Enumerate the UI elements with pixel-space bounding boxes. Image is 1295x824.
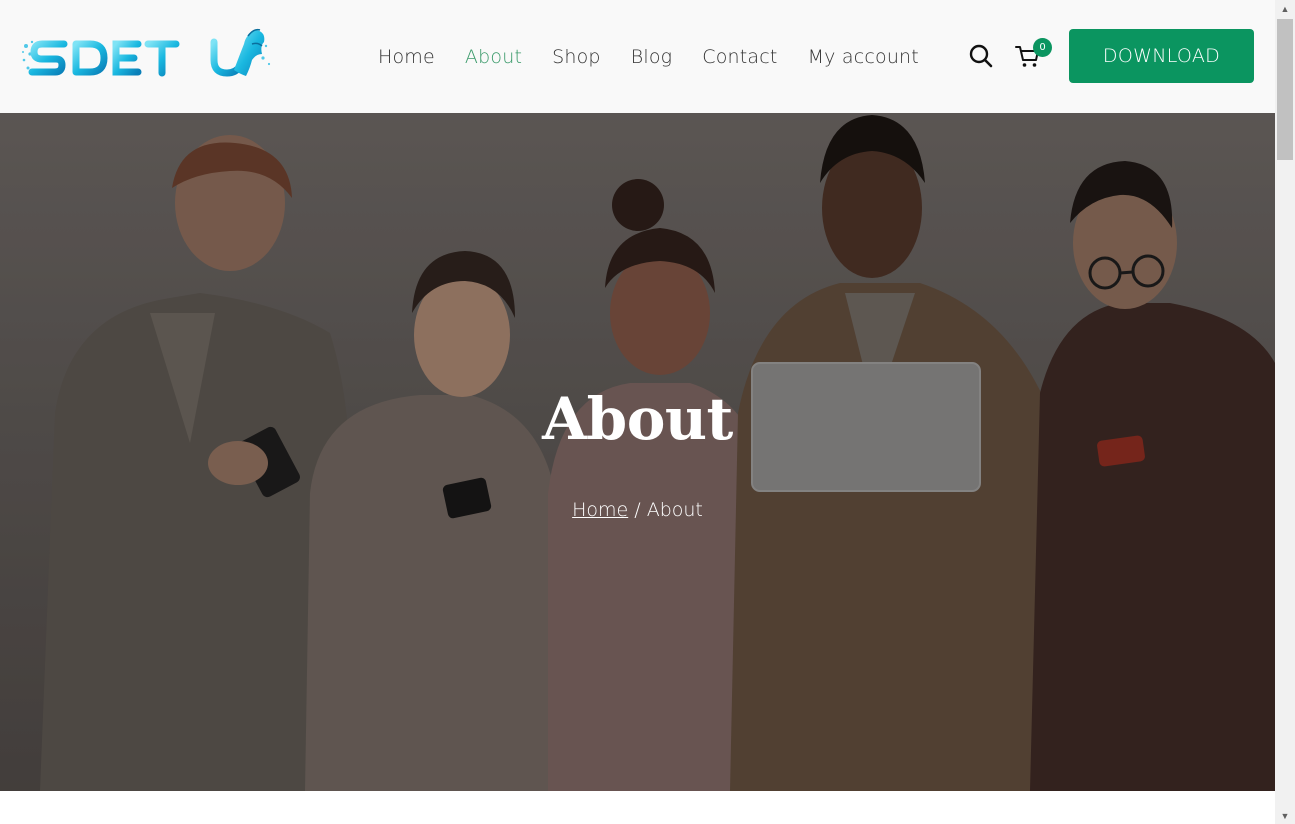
scroll-down-arrow-icon[interactable]: ▼ — [1275, 807, 1295, 824]
scroll-up-arrow-icon[interactable]: ▲ — [1275, 0, 1295, 17]
nav-link-shop[interactable]: Shop — [552, 46, 601, 68]
nav-link-my-account[interactable]: My account — [808, 46, 919, 68]
page-title: About — [542, 385, 733, 453]
site-header: Home About Shop Blog Contact My account … — [0, 0, 1275, 113]
main-navigation: Home About Shop Blog Contact My account — [363, 0, 934, 113]
hero-banner: About Home / About — [0, 113, 1275, 791]
page-viewport: Home About Shop Blog Contact My account … — [0, 0, 1275, 824]
breadcrumb-separator: / — [628, 499, 647, 521]
search-icon[interactable] — [968, 43, 994, 69]
nav-link-about[interactable]: About — [465, 46, 522, 68]
breadcrumb-current: About — [646, 499, 703, 521]
vertical-scrollbar[interactable]: ▲ ▼ — [1275, 0, 1295, 824]
download-button[interactable]: DOWNLOAD — [1069, 29, 1254, 83]
nav-link-contact[interactable]: Contact — [702, 46, 777, 68]
nav-link-blog[interactable]: Blog — [631, 46, 673, 68]
cart-count-badge: 0 — [1033, 38, 1052, 57]
nav-link-home[interactable]: Home — [378, 46, 435, 68]
breadcrumb: Home / About — [0, 499, 1275, 521]
scrollbar-thumb[interactable] — [1277, 19, 1293, 160]
site-logo[interactable] — [20, 24, 272, 86]
breadcrumb-home-link[interactable]: Home — [572, 499, 628, 521]
